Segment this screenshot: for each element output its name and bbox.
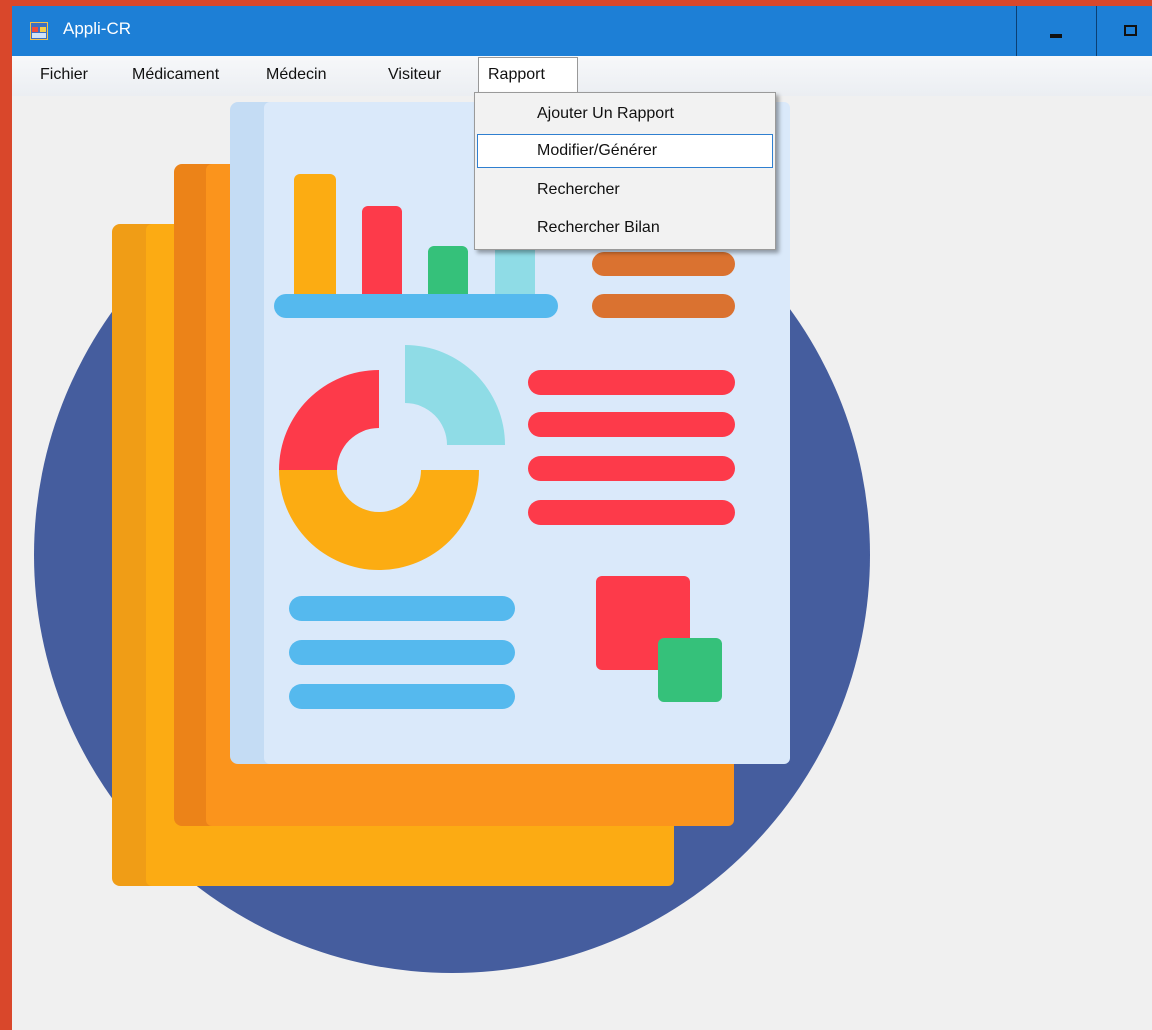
minimize-button[interactable] [1016, 6, 1097, 56]
red-line-2 [528, 412, 735, 437]
menuitem-label: Modifier/Générer [537, 142, 658, 159]
menuitem-label: Rechercher Bilan [537, 219, 660, 236]
red-line-4 [528, 500, 735, 525]
menu-bar: Fichier Médicament Médecin Visiteur Rapp… [12, 56, 1152, 96]
app-window: Appli-CR Fichier Médicament Médecin Visi… [12, 6, 1152, 1030]
maximize-icon [1124, 25, 1137, 36]
brown-line-1 [592, 252, 735, 276]
bar-orange [294, 174, 336, 304]
green-square [658, 638, 722, 702]
blue-line-1 [289, 596, 515, 621]
blue-line-3 [289, 684, 515, 709]
menuitem-rechercher-bilan[interactable]: Rechercher Bilan [477, 211, 773, 245]
rapport-dropdown: Ajouter Un Rapport Modifier/Générer Rech… [474, 92, 776, 250]
menu-rapport[interactable]: Rapport [488, 64, 545, 86]
menuitem-rechercher[interactable]: Rechercher [477, 173, 773, 207]
red-line-1 [528, 370, 735, 395]
menu-medecin[interactable]: Médecin [266, 64, 326, 86]
app-window-icon [30, 22, 48, 40]
bar-red [362, 206, 402, 304]
menu-medicament[interactable]: Médicament [132, 64, 219, 86]
minimize-icon [1050, 34, 1062, 38]
window-title: Appli-CR [63, 19, 132, 38]
blue-line-2 [289, 640, 515, 665]
menuitem-modifier-generer[interactable]: Modifier/Générer [477, 134, 773, 168]
chart-baseline [274, 294, 558, 318]
maximize-button[interactable] [1096, 6, 1152, 56]
menuitem-ajouter-rapport[interactable]: Ajouter Un Rapport [477, 97, 773, 131]
menuitem-label: Ajouter Un Rapport [537, 105, 674, 122]
brown-line-2 [592, 294, 735, 318]
menuitem-label: Rechercher [537, 181, 620, 198]
red-line-3 [528, 456, 735, 481]
menu-visiteur[interactable]: Visiteur [388, 64, 441, 86]
title-bar: Appli-CR [12, 6, 1152, 56]
menu-fichier[interactable]: Fichier [40, 64, 88, 86]
